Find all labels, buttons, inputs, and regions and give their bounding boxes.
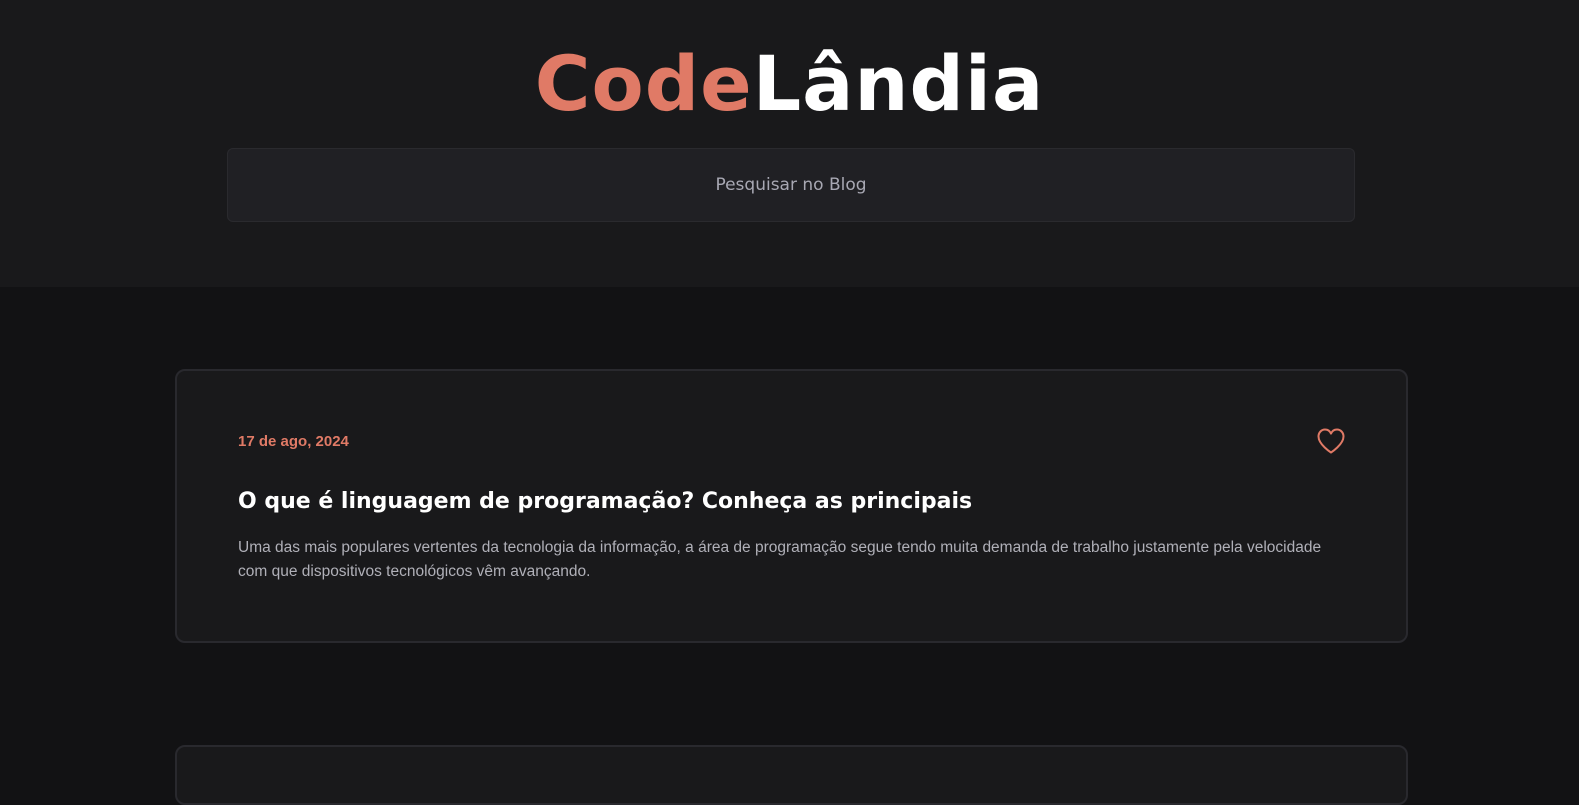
post-excerpt: Uma das mais populares vertentes da tecn… (238, 539, 1322, 580)
site-logo[interactable]: CodeLândia (0, 34, 1579, 134)
post-card[interactable] (175, 745, 1408, 805)
post-date: 17 de ago, 2024 (238, 433, 349, 450)
logo-landia-text: Lândia (752, 39, 1045, 128)
post-card[interactable]: 17 de ago, 2024 O que é linguagem de pro… (175, 369, 1408, 643)
post-title[interactable]: O que é linguagem de programação? Conheç… (238, 489, 972, 514)
logo-code-text: Code (534, 39, 753, 128)
search-input[interactable] (227, 148, 1355, 222)
heart-icon[interactable] (1316, 427, 1346, 455)
page-header: CodeLândia (0, 0, 1579, 287)
